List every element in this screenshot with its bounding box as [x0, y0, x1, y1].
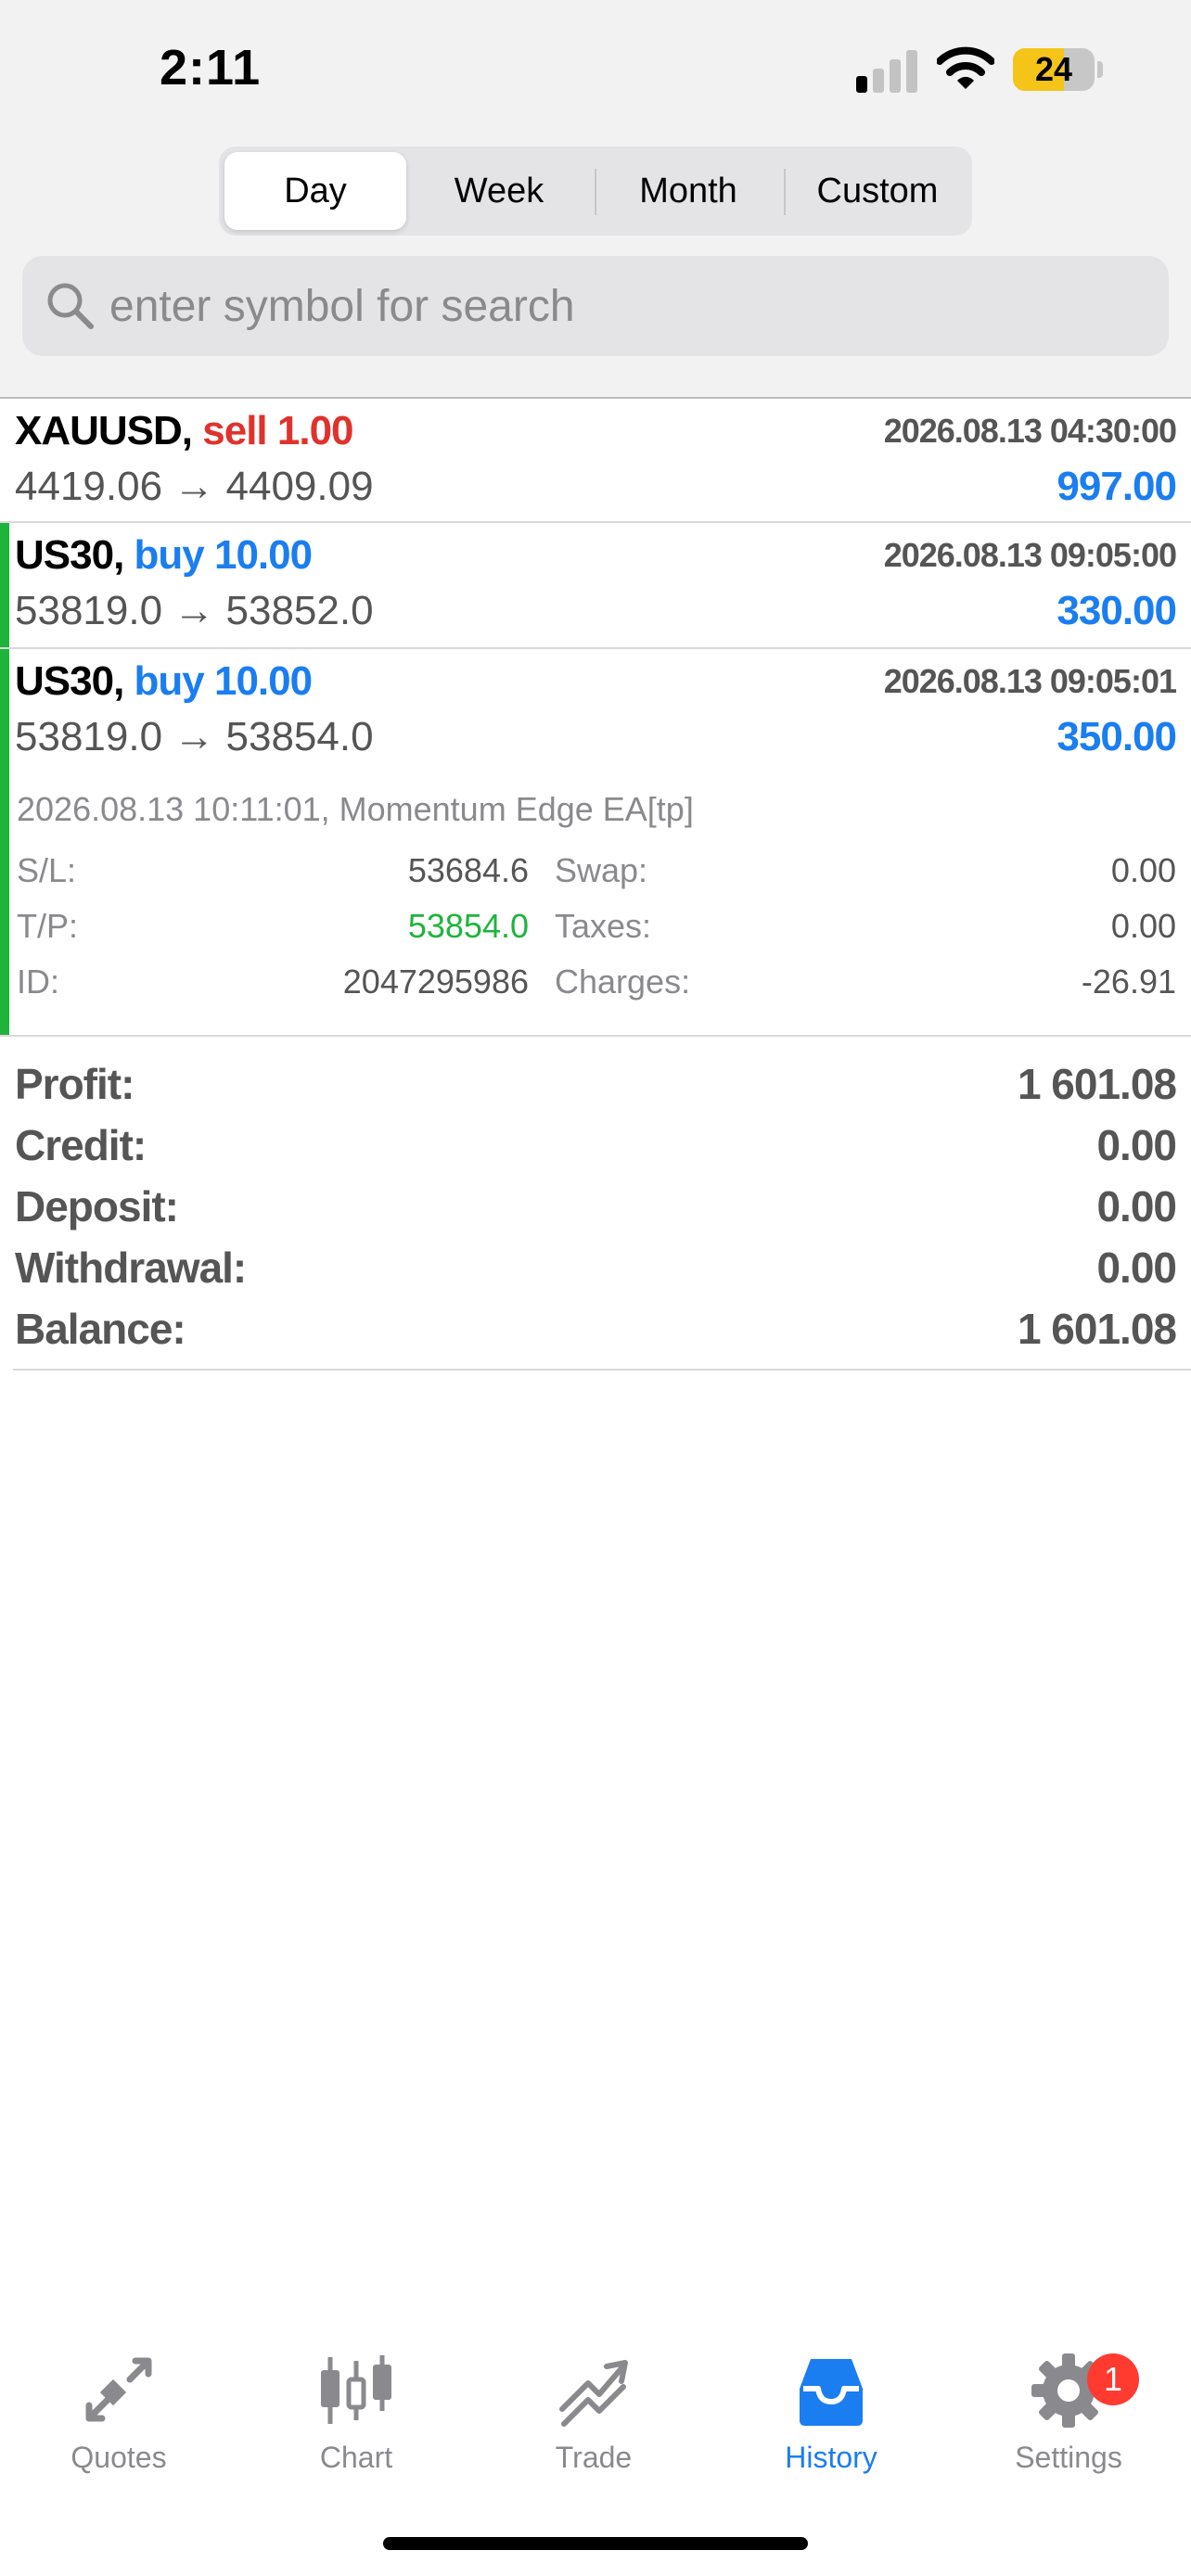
battery-icon: 24	[1013, 48, 1095, 91]
deal-accent-bar	[0, 523, 9, 647]
summary-balance-value: 1 601.08	[1017, 1305, 1177, 1353]
deal-symbol: US30,	[15, 658, 124, 704]
tab-month[interactable]: Month	[597, 152, 779, 230]
tab-chart[interactable]: Chart	[237, 2352, 475, 2491]
search-bar[interactable]	[22, 256, 1169, 356]
sl-label: S/L:	[17, 851, 77, 889]
tab-quotes[interactable]: Quotes	[0, 2352, 237, 2491]
summary-withdrawal-label: Withdrawal:	[15, 1243, 247, 1292]
deal-comment: 2026.08.13 10:11:01, Momentum Edge EA[tp…	[17, 790, 694, 828]
deal-symbol: US30,	[15, 532, 124, 578]
home-indicator[interactable]	[383, 2537, 808, 2550]
deal-row-expanded[interactable]: US30, buy 10.00 2026.08.13 09:05:01 5381…	[0, 649, 1191, 1035]
deal-row[interactable]: XAUUSD, sell 1.00 2026.08.13 04:30:00 44…	[0, 399, 1191, 521]
trade-icon	[559, 2360, 628, 2427]
deal-prices: 4419.06 → 4409.09	[15, 464, 374, 509]
swap-value: 0.00	[1110, 851, 1176, 889]
tab-label: Chart	[319, 2441, 393, 2474]
tab-label: Quotes	[70, 2441, 167, 2474]
segment-divider	[595, 169, 596, 215]
deal-title: US30, buy 10.00	[15, 532, 314, 579]
tab-history[interactable]: History	[712, 2352, 950, 2491]
tab-trade[interactable]: Trade	[475, 2352, 712, 2491]
battery-level: 24	[1034, 50, 1073, 88]
taxes-value: 0.00	[1110, 907, 1176, 945]
search-input[interactable]	[109, 256, 1139, 356]
cellular-signal-icon	[856, 48, 919, 93]
summary-profit-label: Profit:	[15, 1060, 134, 1108]
charges-value: -26.91	[1081, 963, 1176, 1001]
tab-settings[interactable]: Settings	[950, 2352, 1187, 2491]
period-segmented-control: Day Week Month Custom	[219, 147, 972, 236]
charges-label: Charges:	[555, 963, 691, 1001]
search-icon	[47, 283, 94, 329]
quotes-icon	[85, 2357, 152, 2422]
divider	[13, 1369, 1191, 1371]
summary-credit-label: Credit:	[15, 1121, 147, 1169]
deal-time: 2026.08.13 09:05:00	[883, 536, 1177, 574]
wifi-icon	[937, 46, 994, 89]
summary-deposit-value: 0.00	[1096, 1182, 1177, 1231]
tab-label: Trade	[555, 2441, 633, 2474]
tab-day[interactable]: Day	[224, 152, 406, 230]
summary-profit-value: 1 601.08	[1017, 1060, 1177, 1108]
battery-nub	[1097, 61, 1103, 78]
taxes-label: Taxes:	[555, 907, 652, 945]
summary-withdrawal-value: 0.00	[1096, 1243, 1177, 1292]
tab-label: Settings	[1015, 2441, 1122, 2474]
deal-row[interactable]: US30, buy 10.00 2026.08.13 09:05:00 5381…	[0, 523, 1191, 647]
summary-balance-label: Balance:	[15, 1305, 186, 1353]
settings-notification-badge: 1	[1087, 2353, 1139, 2405]
deal-symbol: XAUUSD,	[15, 408, 193, 453]
deal-action: buy 10.00	[134, 532, 314, 578]
segment-divider	[784, 169, 786, 215]
chart-icon	[321, 2355, 391, 2424]
deal-time: 2026.08.13 09:05:01	[883, 662, 1177, 700]
deal-title: US30, buy 10.00	[15, 658, 314, 705]
tab-custom[interactable]: Custom	[787, 152, 968, 230]
status-time: 2:11	[160, 40, 262, 96]
deal-profit: 997.00	[1057, 464, 1177, 509]
deal-action: buy 10.00	[134, 658, 314, 704]
tp-label: T/P:	[17, 907, 79, 945]
tab-week[interactable]: Week	[408, 152, 590, 230]
summary-deposit-label: Deposit:	[15, 1182, 179, 1231]
id-label: ID:	[17, 963, 60, 1001]
deal-accent-bar	[0, 649, 9, 1035]
swap-label: Swap:	[555, 851, 648, 889]
deal-action: sell 1.00	[202, 408, 353, 453]
divider	[0, 1035, 1191, 1037]
deal-title: XAUUSD, sell 1.00	[15, 408, 354, 454]
tp-value: 53854.0	[407, 907, 529, 945]
deal-profit: 350.00	[1057, 714, 1177, 759]
deal-time: 2026.08.13 04:30:00	[883, 412, 1177, 450]
deal-profit: 330.00	[1057, 588, 1177, 633]
deal-prices: 53819.0 → 53854.0	[15, 714, 374, 759]
deal-prices: 53819.0 → 53852.0	[15, 588, 374, 633]
sl-value: 53684.6	[407, 851, 529, 889]
history-icon	[800, 2359, 863, 2426]
id-value: 2047295986	[342, 963, 529, 1001]
tab-label: History	[785, 2441, 877, 2474]
summary-credit-value: 0.00	[1096, 1121, 1177, 1169]
